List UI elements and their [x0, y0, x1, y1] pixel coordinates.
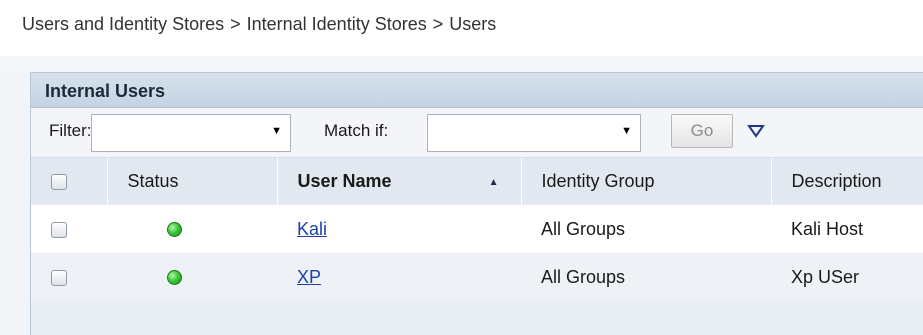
breadcrumb-item-internal-identity-stores[interactable]: Internal Identity Stores — [247, 14, 427, 34]
column-header-description[interactable]: Description — [771, 158, 923, 205]
user-name-cell: XP — [277, 253, 521, 301]
user-name-link[interactable]: Kali — [297, 219, 327, 239]
breadcrumb-separator: > — [230, 14, 241, 34]
row-checkbox[interactable] — [51, 221, 67, 238]
row-checkbox-cell — [31, 205, 107, 253]
select-all-cell — [31, 158, 108, 205]
table-header-row: Status User Name ▲ Identity Group Descri… — [31, 158, 923, 205]
match-if-label: Match if: — [324, 121, 389, 140]
panel-title: Internal Users — [31, 73, 923, 108]
identity-group-cell: All Groups — [541, 266, 626, 287]
description-cell: Kali Host — [791, 218, 864, 239]
status-enabled-icon — [166, 270, 182, 286]
column-header-user-name-label: User Name — [297, 171, 392, 191]
select-all-checkbox[interactable] — [51, 174, 67, 191]
user-name-link[interactable]: XP — [297, 267, 321, 287]
chevron-down-icon: ▼ — [271, 125, 282, 137]
breadcrumb: Users and Identity Stores > Internal Ident… — [0, 0, 923, 56]
user-name-cell: Kali — [277, 205, 521, 253]
filter-select[interactable]: ▼ — [91, 114, 291, 152]
chevron-down-icon: ▼ — [621, 125, 632, 137]
match-if-select[interactable]: ▼ — [427, 114, 641, 152]
breadcrumb-item-users-and-identity-stores[interactable]: Users and Identity Stores — [22, 14, 224, 34]
identity-group-cell: All Groups — [541, 218, 626, 239]
status-cell — [107, 253, 277, 301]
column-header-status[interactable]: Status — [107, 158, 278, 205]
users-table: Status User Name ▲ Identity Group Descri… — [31, 158, 923, 301]
status-enabled-icon — [166, 222, 182, 238]
filter-label: Filter: — [49, 121, 92, 140]
spacer — [0, 56, 923, 72]
breadcrumb-separator: > — [432, 14, 444, 34]
table-row[interactable]: XP All Groups Xp USer — [31, 253, 923, 301]
column-header-identity-group[interactable]: Identity Group — [521, 158, 772, 205]
description-cell: Xp USer — [791, 266, 860, 287]
table-row[interactable]: Kali All Groups Kali Host — [31, 205, 923, 253]
internal-users-panel: Internal Users Filter: ▼ Match if: ▼ Go … — [30, 72, 923, 335]
row-checkbox-cell — [31, 253, 107, 301]
status-cell — [107, 205, 277, 253]
column-header-user-name[interactable]: User Name ▲ — [277, 158, 522, 205]
breadcrumb-item-users: Users — [449, 14, 497, 34]
sort-ascending-icon[interactable]: ▲ — [489, 177, 499, 188]
filter-bar: Filter: ▼ Match if: ▼ Go — [31, 108, 923, 158]
triangle-down-icon[interactable] — [747, 124, 765, 138]
go-button[interactable]: Go — [671, 114, 733, 148]
row-checkbox[interactable] — [51, 269, 67, 286]
